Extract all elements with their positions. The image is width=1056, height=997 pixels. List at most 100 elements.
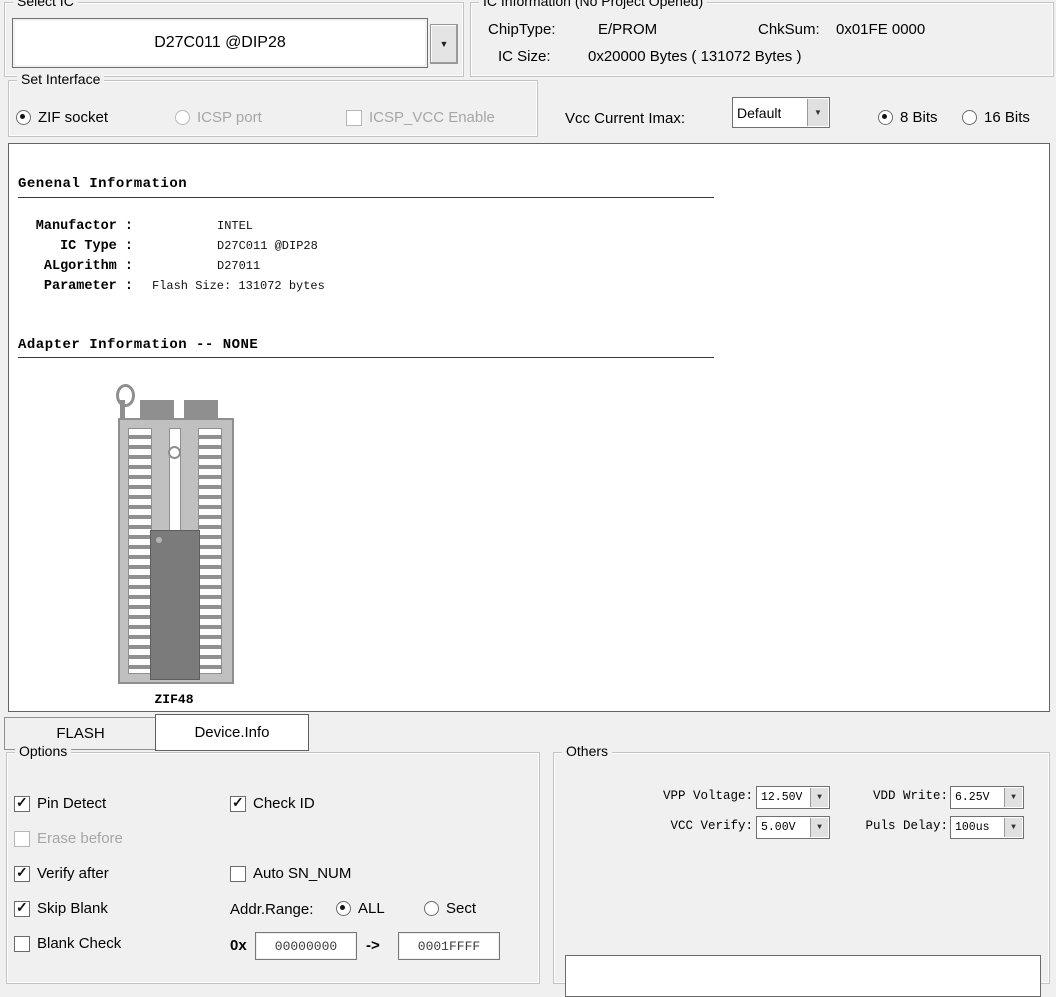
icsp-vcc-enable-label: ICSP_VCC Enable [369,109,495,126]
vcc-verify-select[interactable]: 5.00V ▼ [756,816,830,839]
checkbox-icon [230,796,246,812]
8-bits-label: 8 Bits [900,109,938,126]
dropdown-arrow-icon[interactable]: ▼ [1004,818,1022,837]
hex-prefix-label: 0x [230,937,247,954]
addr-to-input[interactable]: 0001FFFF [398,932,500,960]
pin-detect-label: Pin Detect [37,795,106,812]
vpp-voltage-select[interactable]: 12.50V ▼ [756,786,830,809]
zif-pin-column [128,428,152,674]
tab-device-info[interactable]: Device.Info [155,714,309,751]
radio-button-icon [962,110,977,125]
radio-button-icon [424,901,439,916]
pin-detect-checkbox[interactable]: Pin Detect [14,795,106,812]
zif-socket-radio[interactable]: ZIF socket [16,109,108,126]
adapter-information-title: Adapter Information -- NONE [18,337,258,353]
addr-range-label: Addr.Range: [230,901,313,918]
chksum-value: 0x01FE 0000 [836,21,925,38]
radio-button-icon [16,110,31,125]
info-row-label: Parameter : [18,279,133,294]
verify-after-label: Verify after [37,865,109,882]
addr-range-all-label: ALL [358,900,385,917]
addr-range-all-radio[interactable]: ALL [336,900,385,917]
icsp-port-label: ICSP port [197,109,262,126]
vpp-voltage-value: 12.50V [761,787,802,808]
vcc-current-imax-select[interactable]: Default ▼ [732,97,830,128]
16-bits-label: 16 Bits [984,109,1030,126]
others-message-box [565,955,1041,997]
general-information-title: Genenal Information [18,176,187,192]
chksum-label: ChkSum: [758,21,820,38]
addr-range-sect-radio[interactable]: Sect [424,900,476,917]
8-bits-radio[interactable]: 8 Bits [878,109,938,126]
checkbox-icon [14,901,30,917]
checkbox-icon [230,866,246,882]
dropdown-arrow-icon[interactable]: ▼ [810,818,828,837]
zif48-label: ZIF48 [118,692,230,707]
checkbox-icon [14,866,30,882]
select-ic-value: D27C011 @DIP28 [154,34,286,52]
checkbox-icon [14,831,30,847]
arrow-label: -> [366,937,380,954]
select-ic-combobox[interactable]: D27C011 @DIP28 [12,18,428,68]
erase-before-checkbox[interactable]: Erase before [14,830,123,847]
16-bits-radio[interactable]: 16 Bits [962,109,1030,126]
auto-sn-num-checkbox[interactable]: Auto SN_NUM [230,865,351,882]
icsp-port-radio[interactable]: ICSP port [175,109,262,126]
vcc-verify-label: VCC Verify: [613,819,753,833]
check-id-checkbox[interactable]: Check ID [230,795,315,812]
vcc-current-imax-label: Vcc Current Imax: [565,110,685,127]
dropdown-arrow-icon[interactable]: ▼ [807,99,828,126]
addr-from-value: 00000000 [275,939,337,954]
vcc-verify-value: 5.00V [761,817,796,838]
addr-from-input[interactable]: 00000000 [255,932,357,960]
info-row-label: ALgorithm : [18,259,133,274]
auto-sn-num-label: Auto SN_NUM [253,865,351,882]
zif-pin-column [198,428,222,674]
chip-type-label: ChipType: [488,21,556,38]
verify-after-checkbox[interactable]: Verify after [14,865,109,882]
others-group-title: Others [562,743,612,759]
ic-information-group: IC Information (No Project Opened) [470,2,1054,77]
dropdown-arrow-icon[interactable]: ▼ [810,788,828,807]
radio-button-icon [878,110,893,125]
vcc-current-imax-value: Default [737,98,781,127]
select-ic-group-title: Select IC [13,0,78,9]
ic-size-label: IC Size: [498,48,551,65]
inserted-chip [150,530,200,680]
addr-to-value: 0001FFFF [418,939,480,954]
chip-type-value: E/PROM [598,21,657,38]
info-row-value: Flash Size: 131072 bytes [152,279,325,293]
chip-pin1-dot [156,537,162,543]
check-id-label: Check ID [253,795,315,812]
puls-delay-select[interactable]: 100us ▼ [950,816,1024,839]
zif-lever-stem [120,400,125,420]
radio-button-icon [175,110,190,125]
zif-socket-label: ZIF socket [38,109,108,126]
info-row-value: D27011 [217,259,260,273]
ic-size-value: 0x20000 Bytes ( 131072 Bytes ) [588,48,801,65]
blank-check-checkbox[interactable]: Blank Check [14,935,121,952]
vdd-write-value: 6.25V [955,787,990,808]
radio-button-icon [336,901,351,916]
ic-information-group-title: IC Information (No Project Opened) [479,0,707,9]
vdd-write-select[interactable]: 6.25V ▼ [950,786,1024,809]
select-ic-dropdown-button[interactable]: ▼ [430,24,458,64]
info-row: Parameter : Flash Size: 131072 bytes [18,276,325,296]
vdd-write-label: VDD Write: [838,789,948,803]
skip-blank-checkbox[interactable]: Skip Blank [14,900,108,917]
blank-check-label: Blank Check [37,935,121,952]
dropdown-arrow-icon[interactable]: ▼ [1004,788,1022,807]
skip-blank-label: Skip Blank [37,900,108,917]
addr-range-sect-label: Sect [446,900,476,917]
options-group-title: Options [15,743,71,759]
tab-flash-label: FLASH [56,725,104,742]
info-row: Manufactor : INTEL [18,216,253,236]
zif-top-tab [140,400,174,420]
icsp-vcc-enable-checkbox[interactable]: ICSP_VCC Enable [346,109,495,126]
info-row-value: D27C011 @DIP28 [217,239,318,253]
puls-delay-label: Puls Delay: [838,819,948,833]
vpp-voltage-label: VPP Voltage: [613,789,753,803]
set-interface-group-title: Set Interface [17,71,104,87]
checkbox-icon [14,796,30,812]
puls-delay-value: 100us [955,817,990,838]
